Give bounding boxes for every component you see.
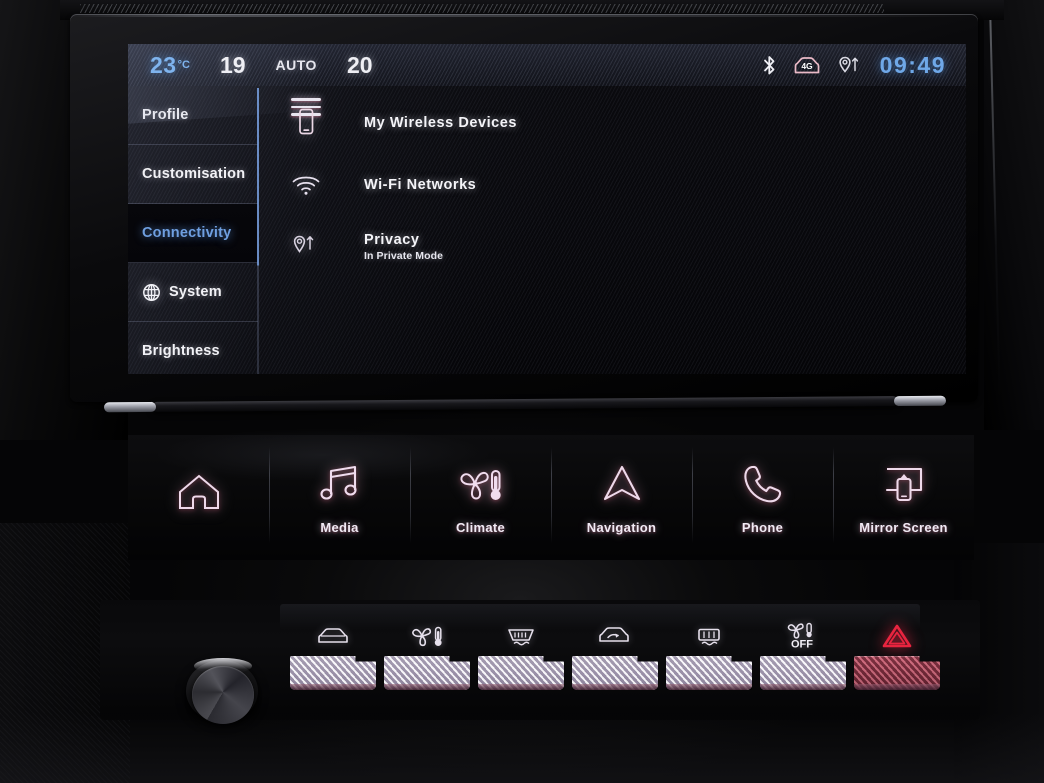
physical-button-air-recirculation[interactable] xyxy=(572,620,658,690)
console-shadow xyxy=(0,713,1044,783)
list-item-title: Privacy xyxy=(364,232,420,248)
sidebar-item-system[interactable]: System xyxy=(128,263,258,322)
4g-car-icon: 4G xyxy=(793,55,821,75)
list-item-title: Wi-Fi Networks xyxy=(364,177,477,193)
physical-key-surface[interactable] xyxy=(854,656,940,690)
dock-item-phone[interactable]: Phone xyxy=(692,435,833,560)
physical-button-fan-temperature[interactable] xyxy=(384,620,470,690)
sidebar-item-customisation[interactable]: Customisation xyxy=(128,145,258,204)
physical-button-hazard-lights[interactable] xyxy=(854,620,940,690)
infotainment-display: 23 °C 19 AUTO 20 4G 09:49 Customisation … xyxy=(128,44,966,374)
fan-off-icon: OFF xyxy=(760,620,846,652)
dock-item-mirror-screen[interactable]: Mirror Screen xyxy=(833,435,974,560)
list-item-title: My Wireless Devices xyxy=(364,115,517,131)
dock-item-label: Navigation xyxy=(586,520,657,535)
dock-item-climate[interactable]: Climate xyxy=(410,435,551,560)
app-dock: Media Climate Navigation Phone Mirror Sc… xyxy=(128,429,974,560)
list-item-text: My Wireless Devices xyxy=(364,115,517,131)
dock-item-label: Media xyxy=(320,520,359,535)
bluetooth-icon xyxy=(762,55,777,76)
climate-off-label: OFF xyxy=(791,639,813,651)
chrome-trim-left-cap xyxy=(103,401,157,413)
screen-mirroring-icon xyxy=(879,460,929,506)
sidebar-item-label: System xyxy=(169,284,222,300)
dock-item-media[interactable]: Media xyxy=(269,435,410,560)
home-icon xyxy=(175,470,223,512)
location-sharing-icon xyxy=(837,55,864,76)
fan-thermometer-icon xyxy=(384,620,470,652)
outside-temperature: 23 xyxy=(150,51,177,78)
physical-key-surface[interactable] xyxy=(666,656,752,690)
sidebar-item-label: Connectivity xyxy=(142,225,232,241)
list-item-wifi-networks[interactable]: Wi-Fi Networks xyxy=(278,154,966,216)
list-item-text: Privacy In Private Mode xyxy=(364,232,443,262)
physical-button-air-conditioning[interactable] xyxy=(290,620,376,690)
phone-handset-icon xyxy=(740,460,786,506)
infotainment-screenshot: 23 °C 19 AUTO 20 4G 09:49 Customisation … xyxy=(0,0,1044,783)
status-bar: 23 °C 19 AUTO 20 4G 09:49 xyxy=(128,44,966,86)
list-item-subtitle: In Private Mode xyxy=(364,250,444,262)
physical-button-rear-demist[interactable] xyxy=(666,620,752,690)
dashboard-right-panel xyxy=(984,0,1044,430)
connectivity-list: My Wireless Devices Wi-Fi Networks Priva… xyxy=(278,92,966,278)
fan-thermometer-icon xyxy=(455,460,507,506)
sidebar-scroll-indicator[interactable] xyxy=(257,88,259,374)
sidebar-item-connectivity[interactable]: Connectivity xyxy=(128,204,258,263)
hazard-triangle-icon xyxy=(854,620,940,652)
network-type-label: 4G xyxy=(801,61,813,71)
dock-item-home[interactable] xyxy=(128,435,269,560)
wifi-icon xyxy=(278,173,334,197)
physical-key-surface[interactable] xyxy=(384,656,470,690)
dock-item-label: Climate xyxy=(455,520,506,535)
status-bar-climate-group: 23 °C 19 AUTO 20 xyxy=(150,44,373,86)
list-item-text: Wi-Fi Networks xyxy=(364,177,476,193)
physical-key-surface[interactable] xyxy=(290,656,376,690)
recirculation-icon xyxy=(572,620,658,652)
front-defrost-icon xyxy=(478,620,564,652)
music-note-icon xyxy=(317,460,363,506)
physical-button-climate-off[interactable]: OFF xyxy=(760,620,846,690)
globe-icon xyxy=(142,283,161,302)
dock-item-label: Phone xyxy=(741,520,784,535)
physical-key-surface[interactable] xyxy=(572,656,658,690)
auto-climate-label[interactable]: AUTO xyxy=(276,57,317,73)
rear-defrost-icon xyxy=(666,620,752,652)
status-bar-indicators: 4G 09:49 xyxy=(762,44,946,86)
navigation-arrow-icon xyxy=(599,460,645,506)
settings-sidebar: Profile Customisation Connectivity Syste… xyxy=(128,86,258,374)
physical-button-row: OFF xyxy=(290,620,940,690)
clock: 09:49 xyxy=(879,51,946,78)
physical-button-front-demist[interactable] xyxy=(478,620,564,690)
passenger-zone-temperature[interactable]: 20 xyxy=(347,52,373,79)
sidebar-item-label: Customisation xyxy=(142,166,246,182)
temperature-unit: °C xyxy=(177,59,190,71)
dock-item-label: Mirror Screen xyxy=(859,520,948,535)
sidebar-item-label: Brightness xyxy=(142,343,220,359)
dock-item-navigation[interactable]: Navigation xyxy=(551,435,692,560)
physical-key-surface[interactable] xyxy=(478,656,564,690)
car-ac-icon xyxy=(290,620,376,652)
physical-key-surface[interactable] xyxy=(760,656,846,690)
location-privacy-icon xyxy=(278,232,334,262)
driver-zone-temperature[interactable]: 19 xyxy=(220,52,246,79)
list-item-privacy[interactable]: Privacy In Private Mode xyxy=(278,216,966,278)
sidebar-item-brightness[interactable]: Brightness xyxy=(128,322,258,374)
chrome-trim-right-cap xyxy=(893,395,947,407)
